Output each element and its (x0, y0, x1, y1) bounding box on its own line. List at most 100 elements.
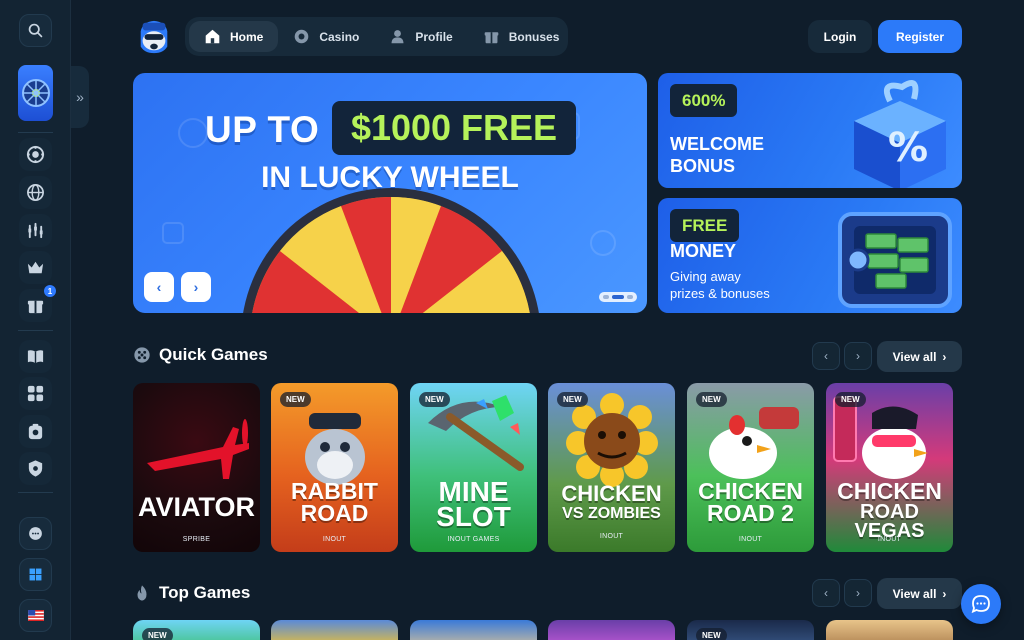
casino-chip-icon (26, 145, 45, 164)
game-title-line-2: SLOT (436, 501, 511, 532)
sidebar-item-rewards[interactable] (19, 415, 52, 448)
hero-prev-button[interactable]: ‹ (144, 272, 174, 302)
chevron-right-icon: › (856, 349, 860, 363)
view-all-label: View all (892, 586, 937, 601)
top-games-title: Top Games (159, 583, 251, 602)
nav-home[interactable]: Home (189, 21, 279, 52)
quick-games-prev-button[interactable]: ‹ (812, 342, 840, 370)
brand-logo[interactable] (135, 18, 173, 56)
hero-next-button[interactable]: › (181, 272, 211, 302)
top-game-card-5[interactable]: NEW (687, 620, 814, 640)
new-badge: NEW (557, 392, 588, 407)
sidebar-expand-toggle[interactable]: » (71, 66, 89, 128)
promo-free-money[interactable]: FREE MONEY Giving away prizes & bonuses (658, 198, 962, 313)
svg-text:%: % (888, 125, 928, 171)
gift-icon (484, 32, 499, 44)
top-games-next-button[interactable]: › (844, 579, 872, 607)
nav-bonuses[interactable]: Bonuses (468, 21, 575, 52)
quick-games-title: Quick Games (159, 345, 268, 364)
top-game-card-4[interactable] (548, 620, 675, 640)
promo-free-title: MONEY (670, 241, 737, 261)
top-game-card-3[interactable] (410, 620, 537, 640)
home-icon (205, 29, 220, 44)
promo-free-sub-1: Giving away (670, 269, 741, 284)
sidebar-support-button[interactable] (19, 517, 52, 550)
new-badge: NEW (142, 628, 173, 640)
top-game-card-6[interactable] (826, 620, 953, 640)
hero-headline-line2: IN LUCKY WHEEL (261, 161, 519, 194)
dice-icon (134, 347, 150, 363)
globe-icon (27, 184, 44, 201)
game-title-line-2: ROAD 2 (707, 500, 794, 526)
book-icon (27, 350, 44, 364)
sunflower-illustration (566, 393, 658, 487)
search-button[interactable] (19, 14, 52, 47)
support-icon (29, 527, 42, 540)
quick-games-next-button[interactable]: › (844, 342, 872, 370)
sidebar-item-casino[interactable] (19, 138, 52, 171)
nav-home-label: Home (230, 29, 264, 44)
gift-icon (27, 300, 44, 314)
game-card-chicken-road-vegas[interactable]: NEW CHICKEN ROAD VEGAS INOUT (826, 383, 953, 552)
games-icon (27, 385, 44, 402)
crown-icon (27, 261, 44, 274)
chevron-left-icon: ‹ (156, 279, 162, 295)
bonus-box-icon (28, 423, 43, 440)
hero-headline-highlight: $1000 FREE (332, 101, 576, 155)
top-game-card-2[interactable] (271, 620, 398, 640)
login-button[interactable]: Login (808, 20, 872, 53)
top-games-prev-button[interactable]: ‹ (812, 579, 840, 607)
game-title: AVIATOR (137, 492, 255, 522)
promo-welcome-title-1: WELCOME (670, 134, 764, 154)
sidebar-item-vip[interactable] (19, 251, 52, 284)
hero-banner[interactable]: UP TO $1000 FREE IN LUCKY WHEEL ‹ › (133, 73, 647, 313)
chevron-right-icon: › (856, 586, 860, 600)
sidebar-lucky-wheel-promo[interactable] (18, 65, 53, 121)
main-nav: Home Casino Profile Bonuses (185, 17, 568, 56)
hero-pagination[interactable] (599, 292, 637, 302)
promo-free-sub-2: prizes & bonuses (670, 286, 770, 301)
live-chat-button[interactable] (961, 584, 1001, 624)
airplane-illustration (147, 419, 249, 479)
top-game-card-1[interactable]: NEW (133, 620, 260, 640)
quick-games-view-all[interactable]: View all › (877, 341, 962, 372)
game-provider: INOUT GAMES (447, 536, 500, 543)
sidebar-divider (18, 492, 53, 493)
game-title-line-1: CHICKEN (837, 478, 942, 504)
chicken-illustration (709, 407, 799, 479)
sidebar-item-live[interactable] (19, 176, 52, 209)
game-provider: INOUT (599, 533, 624, 540)
game-provider: SPRIBE (182, 536, 211, 543)
hero-headline-prefix: UP TO (205, 109, 320, 150)
chat-bubble-icon (971, 595, 990, 614)
top-games-view-all[interactable]: View all › (877, 578, 962, 609)
nav-bonuses-label: Bonuses (508, 29, 560, 44)
game-card-chicken-vs-zombies[interactable]: NEW CHICKEN VS ZOMBIES INOUT (548, 383, 675, 552)
view-all-label: View all (892, 349, 937, 364)
game-provider: INOUT (877, 536, 902, 543)
sidebar-item-sports[interactable] (19, 214, 52, 247)
register-button[interactable]: Register (878, 20, 962, 53)
sidebar-item-games[interactable] (19, 377, 52, 410)
nav-casino[interactable]: Casino (278, 21, 374, 52)
game-title-line-1: CHICKEN (561, 481, 662, 506)
game-card-chicken-road-2[interactable]: NEW CHICKEN ROAD 2 INOUT (687, 383, 814, 552)
sidebar-item-rules[interactable] (19, 340, 52, 373)
promo-free-tag: FREE (670, 209, 740, 242)
sidebar-divider (18, 330, 53, 331)
promo-welcome-bonus[interactable]: % 600% WELCOME BONUS (658, 73, 962, 188)
sidebar-language-button[interactable] (19, 599, 52, 632)
nav-profile[interactable]: Profile (374, 21, 467, 52)
windows-icon (29, 568, 42, 581)
game-card-aviator[interactable]: AVIATOR SPRIBE (133, 383, 260, 552)
game-title-line-2: ROAD (300, 500, 369, 526)
sidebar-windows-app-button[interactable] (19, 558, 52, 591)
top-games-header: Top Games (133, 583, 250, 603)
game-card-mine-slot[interactable]: NEW MINE SLOT INOUT GAMES (410, 383, 537, 552)
rabbit-illustration (305, 413, 365, 485)
sidebar-item-bonuses[interactable]: 1 (19, 285, 56, 322)
game-card-rabbit-road[interactable]: NEW RABBIT ROAD INOUT (271, 383, 398, 552)
fire-icon (137, 585, 147, 601)
sidebar-item-security[interactable] (19, 452, 52, 485)
profile-icon (391, 30, 404, 44)
